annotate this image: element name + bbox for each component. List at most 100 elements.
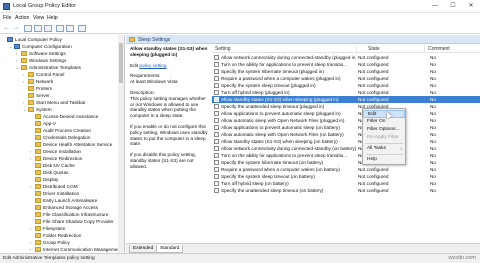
tree-item[interactable]: Disk Quotas (0, 169, 118, 176)
expanded-chevron-icon[interactable]: ⌄ (23, 106, 27, 113)
collapsed-chevron-icon[interactable]: › (30, 155, 34, 162)
cell-state: Not configured (358, 97, 389, 102)
tree-item[interactable]: Early Launch Antimalware (0, 197, 118, 204)
edit-policy-link[interactable]: policy setting (139, 63, 166, 68)
collapsed-chevron-icon[interactable]: › (30, 148, 34, 155)
tree-item[interactable]: ⌄ Computer Configuration (0, 43, 118, 50)
table-row[interactable]: Allow applications to prevent automatic … (212, 124, 480, 131)
column-setting[interactable]: Setting (215, 46, 231, 52)
context-all-tasks-label: All Tasks (367, 146, 386, 151)
table-row[interactable]: Specify the system sleep timeout (on bat… (212, 173, 480, 180)
close-button[interactable]: ✕ (462, 0, 480, 13)
column-divider[interactable] (356, 45, 357, 52)
forward-arrow-icon[interactable]: → (12, 25, 20, 32)
properties-icon[interactable] (34, 25, 42, 32)
table-row[interactable]: Turn off hybrid sleep (on battery) Not co… (212, 180, 480, 187)
tree-scrollbar-thumb[interactable] (119, 43, 123, 83)
tree-item[interactable]: Device Health Attestation Service (0, 141, 118, 148)
collapsed-chevron-icon[interactable]: › (16, 50, 20, 57)
collapsed-chevron-icon[interactable]: › (30, 246, 34, 253)
tree-item[interactable]: Credentials Delegation (0, 134, 118, 141)
minimize-button[interactable]: — (426, 0, 444, 13)
tree-item[interactable]: › Network (0, 78, 118, 85)
collapsed-chevron-icon[interactable]: › (16, 57, 20, 64)
menu-action[interactable]: Action (15, 15, 29, 21)
collapsed-chevron-icon[interactable]: › (30, 183, 34, 190)
table-row[interactable]: Specify the system hibernate timeout (pl… (212, 68, 480, 75)
menu-file[interactable]: File (3, 15, 11, 21)
tree-item[interactable]: App-V (0, 120, 118, 127)
tree-item[interactable]: › Start Menu and Taskbar (0, 99, 118, 106)
table-row[interactable]: Allow automatic sleep with Open Network … (212, 131, 480, 138)
tree-item[interactable]: Display (0, 176, 118, 183)
column-state[interactable]: State (368, 46, 380, 52)
tree-item[interactable]: Disk NV Cache (0, 162, 118, 169)
table-row[interactable]: Turn off hybrid sleep (plugged in) Not co… (212, 89, 480, 96)
table-row[interactable]: Allow network connectivity during connec… (212, 145, 480, 152)
tree-item[interactable]: Folder Redirection (0, 232, 118, 239)
tree-item[interactable]: Local Computer Policy (0, 36, 118, 43)
column-divider[interactable] (424, 45, 425, 52)
table-row[interactable]: Allow standby states (S1-S3) when sleepi… (212, 138, 480, 145)
tree-item[interactable]: ⌄ System (0, 106, 118, 113)
table-row[interactable]: Allow network connectivity during connec… (212, 54, 480, 61)
collapsed-chevron-icon[interactable]: › (23, 99, 27, 106)
context-help[interactable]: Help (363, 156, 405, 164)
context-filter-on[interactable]: Filter On (363, 118, 405, 126)
tree-item[interactable]: Access-Denied Assistance (0, 113, 118, 120)
tree-item[interactable]: › Device Installation (0, 148, 118, 155)
tree-item[interactable]: › Windows Settings (0, 57, 118, 64)
tree-item[interactable]: Printers (0, 85, 118, 92)
table-row[interactable]: Allow automatic sleep with Open Network … (212, 117, 480, 124)
table-row[interactable]: Turn on the ability for applications to … (212, 61, 480, 68)
context-filter-options[interactable]: Filter Options... (363, 126, 405, 134)
tree-item[interactable]: Enhanced Storage Access (0, 204, 118, 211)
tab-extended[interactable]: Extended (129, 245, 158, 253)
table-row[interactable]: Turn on the ability for applications to … (212, 152, 480, 159)
computer-icon (7, 37, 13, 42)
tree-item-label: Control Panel (36, 72, 65, 77)
tree-item[interactable]: › Device Redirection (0, 155, 118, 162)
table-row[interactable]: Specify the unattended sleep timeout (on… (212, 187, 480, 194)
tree-item[interactable]: › Filesystem (0, 225, 118, 232)
table-row[interactable]: Allow applications to prevent automatic … (212, 110, 480, 117)
tree-item[interactable]: › Internet Communication Management (0, 246, 121, 253)
back-arrow-icon[interactable]: ← (3, 25, 11, 32)
tab-standard[interactable]: Standard (156, 245, 184, 253)
expanded-chevron-icon[interactable]: ⌄ (16, 64, 20, 71)
tree-scrollbar[interactable] (118, 35, 124, 253)
maximize-button[interactable]: ☐ (444, 0, 462, 13)
collapsed-chevron-icon[interactable]: › (30, 225, 34, 232)
tree-item[interactable]: › Distributed COM (0, 183, 118, 190)
tree-item[interactable]: › Group Policy (0, 239, 118, 246)
expanded-chevron-icon[interactable]: ⌄ (9, 43, 13, 50)
tree-item[interactable]: Driver Installation (0, 190, 118, 197)
column-comment[interactable]: Comment (428, 46, 450, 52)
table-row[interactable]: Require a password when a computer wakes… (212, 75, 480, 82)
tree-item[interactable]: › Software Settings (0, 50, 118, 57)
table-row[interactable]: Require a password when a computer wakes… (212, 166, 480, 173)
tree-item[interactable]: ⌄ Administrative Templates (0, 64, 118, 71)
tree-item[interactable]: File Share Shadow Copy Provider (0, 218, 118, 225)
table-row[interactable]: Specify the system sleep timeout (plugge… (212, 82, 480, 89)
export-list-icon[interactable] (44, 25, 52, 32)
show-hide-tree-icon[interactable] (24, 25, 32, 32)
tree-item[interactable]: File Classification Infrastructure (0, 211, 118, 218)
help-icon[interactable] (56, 25, 64, 32)
collapsed-chevron-icon[interactable]: › (30, 239, 34, 246)
folder-icon (21, 65, 27, 70)
tree-item[interactable]: › Control Panel (0, 71, 118, 78)
table-row[interactable]: Allow standby states (S1-S3) when sleepi… (212, 96, 480, 103)
collapsed-chevron-icon[interactable]: › (23, 78, 27, 85)
menu-help[interactable]: Help (47, 15, 58, 21)
table-row[interactable]: Specify the system hibernate timeout (on… (212, 159, 480, 166)
context-all-tasks[interactable]: All Tasks › (363, 145, 405, 153)
tree-item[interactable]: Audit Process Creation (0, 127, 118, 134)
table-row[interactable]: Specify the unattended sleep timeout (pl… (212, 103, 480, 110)
folder-icon (35, 247, 41, 252)
collapsed-chevron-icon[interactable]: › (23, 71, 27, 78)
filter-icon[interactable] (78, 25, 86, 32)
show-pane-icon[interactable] (66, 25, 74, 32)
tree-item[interactable]: Server (0, 92, 118, 99)
menu-view[interactable]: View (33, 15, 44, 21)
